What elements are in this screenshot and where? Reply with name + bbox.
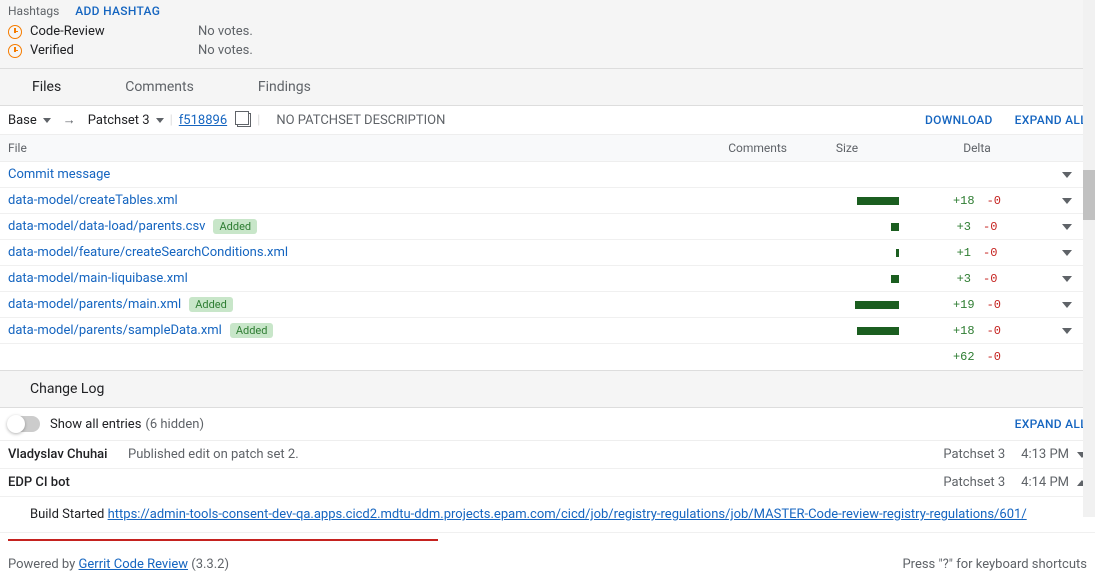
file-link[interactable]: data-model/createTables.xml xyxy=(8,193,667,208)
tabs: FilesCommentsFindings xyxy=(0,69,1095,106)
clock-icon xyxy=(8,44,22,58)
tab-findings[interactable]: Findings xyxy=(226,69,343,105)
vote-label-status: No votes. xyxy=(198,43,253,58)
tab-comments[interactable]: Comments xyxy=(93,69,226,105)
base-dropdown[interactable]: Base xyxy=(8,113,51,128)
file-row: data-model/feature/createSearchCondition… xyxy=(0,240,1095,266)
size-bar xyxy=(787,301,907,309)
arrow-icon: → xyxy=(57,112,82,128)
vote-label-name: Code-Review xyxy=(30,24,190,39)
expand-row[interactable] xyxy=(1047,198,1087,204)
expand-row[interactable] xyxy=(1047,328,1087,334)
size-bar xyxy=(787,249,907,257)
size-bar xyxy=(787,197,907,205)
delta: +3-0 xyxy=(907,272,1047,286)
show-all-label: Show all entries xyxy=(50,417,141,432)
col-file: File xyxy=(8,141,667,155)
chevron-down-icon xyxy=(1062,198,1072,204)
file-row: data-model/data-load/parents.csvAdded +3-… xyxy=(0,214,1095,240)
log-entry[interactable]: EDP CI bot Patchset 3 4:14 PM xyxy=(0,469,1095,497)
delta: +3-0 xyxy=(907,220,1047,234)
patchset-dropdown[interactable]: Patchset 3 xyxy=(88,113,164,128)
vote-label-name: Verified xyxy=(30,43,190,58)
show-all-toggle[interactable] xyxy=(8,416,40,432)
size-bar xyxy=(787,327,907,335)
expand-all-button[interactable]: EXPAND ALL xyxy=(1015,113,1087,127)
log-author: Vladyslav Chuhai xyxy=(8,447,128,462)
expand-row[interactable] xyxy=(1047,172,1087,178)
chevron-down-icon xyxy=(1062,224,1072,230)
log-message: Published edit on patch set 2. xyxy=(128,447,943,462)
file-link[interactable]: data-model/parents/main.xmlAdded xyxy=(8,297,667,312)
expand-row[interactable] xyxy=(1047,224,1087,230)
chevron-down-icon xyxy=(156,118,164,123)
download-button[interactable]: DOWNLOAD xyxy=(925,113,993,127)
file-row: data-model/main-liquibase.xml +3-0 xyxy=(0,266,1095,292)
hashtags-label: Hashtags xyxy=(8,4,59,18)
file-link[interactable]: data-model/parents/sampleData.xmlAdded xyxy=(8,323,667,338)
added-badge: Added xyxy=(213,219,257,234)
size-bar xyxy=(787,275,907,283)
build-link[interactable]: https://admin-tools-consent-dev-qa.apps.… xyxy=(108,507,1027,522)
size-bar xyxy=(787,223,907,231)
tab-files[interactable]: Files xyxy=(0,69,93,105)
col-delta: Delta xyxy=(907,141,1047,155)
scrollbar[interactable] xyxy=(1083,0,1095,517)
delta: +1-0 xyxy=(907,246,1047,260)
file-row: data-model/createTables.xml +18-0 xyxy=(0,188,1095,214)
log-body: Build Started https://admin-tools-consen… xyxy=(0,497,1095,533)
log-time: 4:13 PM xyxy=(1021,447,1069,462)
vote-label-status: No votes. xyxy=(198,24,253,39)
delta: +18-0 xyxy=(907,194,1047,208)
file-link[interactable]: data-model/data-load/parents.csvAdded xyxy=(8,219,667,234)
delta: +18-0 xyxy=(907,324,1047,338)
expand-row[interactable] xyxy=(1047,276,1087,282)
chevron-down-icon xyxy=(1062,250,1072,256)
log-patchset: Patchset 3 xyxy=(943,475,1005,490)
no-patchset-description: NO PATCHSET DESCRIPTION xyxy=(276,113,445,128)
file-row: Commit message xyxy=(0,162,1095,188)
red-underline xyxy=(8,539,438,541)
file-link[interactable]: Commit message xyxy=(8,167,667,182)
added-badge: Added xyxy=(230,323,274,338)
changelog-header: Change Log xyxy=(0,370,1095,408)
expand-row[interactable] xyxy=(1047,302,1087,308)
delta: +19-0 xyxy=(907,298,1047,312)
hidden-count: (6 hidden) xyxy=(145,417,204,432)
col-comments: Comments xyxy=(667,141,787,155)
expand-row[interactable] xyxy=(1047,250,1087,256)
added-badge: Added xyxy=(189,297,233,312)
log-entry[interactable]: Vladyslav ChuhaiPublished edit on patch … xyxy=(0,441,1095,469)
file-table-header: File Comments Size Delta xyxy=(0,135,1095,162)
expand-all-log-button[interactable]: EXPAND ALL xyxy=(1015,417,1087,431)
totals: +62-0 xyxy=(907,350,1047,364)
chevron-down-icon xyxy=(1062,302,1072,308)
clock-icon xyxy=(8,25,22,39)
copy-icon[interactable] xyxy=(237,113,251,127)
file-row: data-model/parents/main.xmlAdded +19-0 xyxy=(0,292,1095,318)
chevron-down-icon xyxy=(43,118,51,123)
file-link[interactable]: data-model/main-liquibase.xml xyxy=(8,271,667,286)
shortcuts-hint: Press "?" for keyboard shortcuts xyxy=(902,557,1087,572)
chevron-down-icon xyxy=(1062,276,1072,282)
log-time: 4:14 PM xyxy=(1021,475,1069,490)
add-hashtag-button[interactable]: ADD HASHTAG xyxy=(75,4,160,18)
log-patchset: Patchset 3 xyxy=(943,447,1005,462)
gerrit-link[interactable]: Gerrit Code Review xyxy=(79,557,188,572)
file-link[interactable]: data-model/feature/createSearchCondition… xyxy=(8,245,667,260)
sha-link[interactable]: f518896 xyxy=(179,113,227,128)
scrollbar-thumb[interactable] xyxy=(1083,170,1095,220)
col-size: Size xyxy=(787,141,907,155)
chevron-down-icon xyxy=(1062,172,1072,178)
files-toolbar: Base → Patchset 3 | f518896 | NO PATCHSE… xyxy=(0,106,1095,135)
chevron-down-icon xyxy=(1062,328,1072,334)
log-author: EDP CI bot xyxy=(8,475,128,490)
file-row: data-model/parents/sampleData.xmlAdded +1… xyxy=(0,318,1095,344)
